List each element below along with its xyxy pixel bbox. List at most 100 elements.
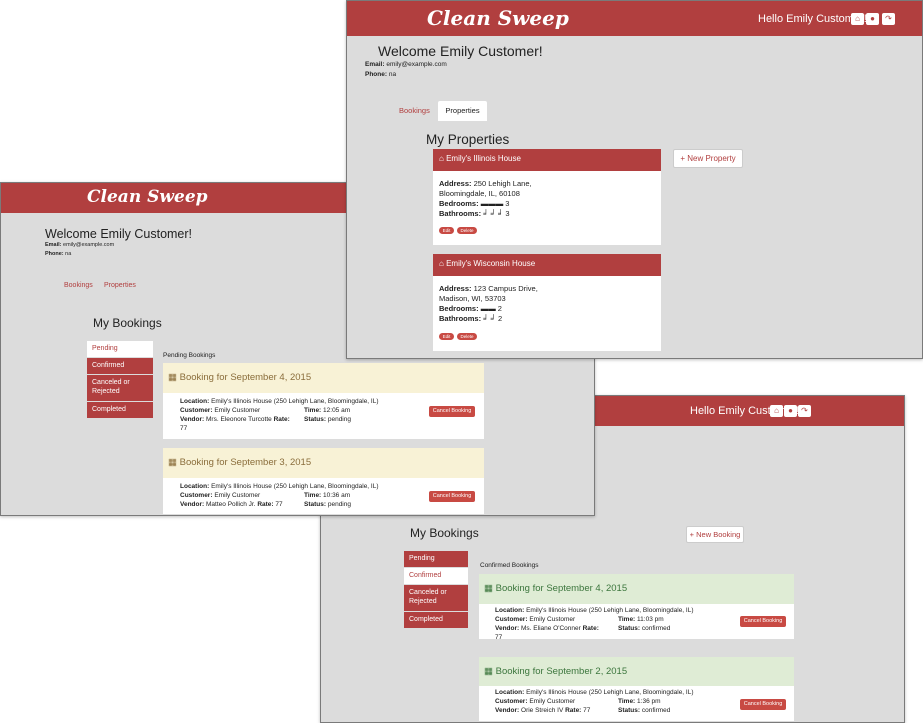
- booking-location: Location: Emily's Illinois House (250 Le…: [180, 483, 379, 490]
- calendar-icon: ▦: [484, 666, 496, 677]
- tab-canceled-line2: Rejected: [409, 598, 437, 605]
- section-label: Confirmed Bookings: [480, 562, 539, 569]
- booking-customer: Customer: Emily Customer: [180, 492, 261, 499]
- property-card-header: ⌂ Emily's Wisconsin House: [433, 254, 661, 276]
- tab-bookings[interactable]: Bookings: [399, 106, 430, 115]
- booking-title: ▦ Booking for September 4, 2015: [484, 583, 628, 594]
- booking-status: Status: pending: [304, 416, 351, 423]
- tab-canceled-rejected[interactable]: Canceled or Rejected: [404, 585, 468, 611]
- tab-completed[interactable]: Completed: [404, 612, 468, 628]
- user-phone: Phone: na: [45, 251, 72, 257]
- cancel-booking-button[interactable]: Cancel Booking: [740, 616, 786, 627]
- property-address: Address: 123 Campus Drive,: [439, 284, 538, 293]
- properties-window: Clean Sweep Hello Emily Customer! ⌂ ● ↷ …: [346, 0, 923, 359]
- tab-confirmed[interactable]: Confirmed: [404, 568, 468, 584]
- delete-button[interactable]: Delete: [457, 227, 477, 234]
- booking-status: Status: pending: [304, 501, 351, 508]
- booking-location: Location: Emily's Illinois House (250 Le…: [180, 398, 379, 405]
- booking-card-header: ▦ Booking for September 2, 2015: [479, 657, 794, 686]
- new-property-label: New Property: [687, 154, 736, 163]
- property-title: ⌂ Emily's Wisconsin House: [439, 259, 536, 268]
- booking-time: Time: 11:03 pm: [618, 616, 664, 623]
- booking-card: ▦ Booking for September 4, 2015 Location…: [479, 574, 794, 641]
- home-icon[interactable]: ⌂: [851, 13, 864, 25]
- home-icon: ⌂: [439, 154, 447, 163]
- sign-out-icon[interactable]: ↷: [798, 405, 811, 417]
- booking-title: ▦ Booking for September 2, 2015: [484, 666, 628, 677]
- navbar: Clean Sweep Hello Emily Customer! ⌂ ● ↷: [347, 1, 922, 36]
- sign-out-icon[interactable]: ↷: [882, 13, 895, 25]
- bath-icon: ╛ ╛ ╛: [483, 209, 504, 218]
- tab-pending[interactable]: Pending: [404, 551, 468, 567]
- booking-vendor: Vendor: Matteo Pollich Jr. Rate: 77: [180, 501, 283, 508]
- cancel-booking-button[interactable]: Cancel Booking: [429, 491, 475, 502]
- booking-time: Time: 12:05 am: [304, 407, 351, 414]
- tab-confirmed[interactable]: Confirmed: [87, 358, 153, 374]
- booking-card-header: ▦ Booking for September 3, 2015: [163, 448, 484, 478]
- booking-card: ▦ Booking for September 3, 2015 Location…: [163, 448, 484, 514]
- booking-card: ▦ Booking for September 4, 2015 Location…: [163, 363, 484, 439]
- property-bedrooms: Bedrooms: ▬▬▬ 3: [439, 199, 510, 208]
- section-label: Pending Bookings: [163, 352, 216, 359]
- welcome-heading: Welcome Emily Customer!: [45, 227, 193, 241]
- property-bathrooms: Bathrooms: ╛ ╛ ╛ 3: [439, 209, 510, 218]
- tab-properties[interactable]: Properties: [438, 101, 487, 121]
- delete-button[interactable]: Delete: [457, 333, 477, 340]
- tab-canceled-line1: Canceled or: [92, 379, 130, 386]
- property-card-header: ⌂ Emily's Illinois House: [433, 149, 661, 171]
- bed-icon: ▬▬▬: [480, 199, 504, 208]
- booking-vendor: Vendor: Mrs. Eleonore Turcotte Rate:: [180, 416, 290, 423]
- user-email: Email: emily@example.com: [365, 61, 447, 68]
- property-address: Address: 250 Lehigh Lane,: [439, 179, 532, 188]
- booking-vendor: Vendor: Orie Streich IV Rate: 77: [495, 707, 591, 714]
- property-address-line2: Bloomingdale, IL, 60108: [439, 189, 520, 198]
- booking-card-header: ▦ Booking for September 4, 2015: [479, 574, 794, 604]
- brand-logo[interactable]: Clean Sweep: [427, 6, 569, 30]
- booking-card-header: ▦ Booking for September 4, 2015: [163, 363, 484, 393]
- booking-time: Time: 10:36 am: [304, 492, 351, 499]
- booking-customer: Customer: Emily Customer: [495, 616, 576, 623]
- booking-customer: Customer: Emily Customer: [180, 407, 261, 414]
- calendar-icon: ▦: [168, 457, 180, 468]
- booking-title: ▦ Booking for September 3, 2015: [168, 457, 312, 468]
- booking-location: Location: Emily's Illinois House (250 Le…: [495, 607, 694, 614]
- cancel-booking-button[interactable]: Cancel Booking: [429, 406, 475, 417]
- user-icon[interactable]: ●: [784, 405, 797, 417]
- property-address-line2: Madison, WI, 53703: [439, 294, 506, 303]
- home-icon[interactable]: ⌂: [770, 405, 783, 417]
- page-title: My Bookings: [410, 526, 479, 540]
- property-card: ⌂ Emily's Illinois House Address: 250 Le…: [433, 149, 661, 245]
- booking-vendor: Vendor: Ms. Eliane O'Conner Rate:: [495, 625, 599, 632]
- calendar-icon: ▦: [168, 372, 180, 383]
- brand-logo[interactable]: Clean Sweep: [87, 187, 208, 207]
- user-email: Email: emily@example.com: [45, 242, 115, 248]
- booking-status: Status: confirmed: [618, 707, 671, 714]
- booking-customer: Customer: Emily Customer: [495, 698, 576, 705]
- edit-button[interactable]: Edit: [439, 227, 454, 234]
- cancel-booking-button[interactable]: Cancel Booking: [740, 699, 786, 710]
- booking-status: Status: confirmed: [618, 625, 671, 632]
- booking-title: ▦ Booking for September 4, 2015: [168, 372, 312, 383]
- booking-location: Location: Emily's Illinois House (250 Le…: [495, 689, 694, 696]
- property-bathrooms: Bathrooms: ╛ ╛ 2: [439, 314, 503, 323]
- page-title: My Bookings: [93, 316, 162, 330]
- new-booking-label: New Booking: [696, 530, 741, 539]
- bath-icon: ╛ ╛: [483, 314, 496, 323]
- tab-canceled-line2: Rejected: [92, 388, 120, 395]
- tab-canceled-rejected[interactable]: Canceled or Rejected: [87, 375, 153, 401]
- tab-pending[interactable]: Pending: [87, 341, 153, 357]
- bed-icon: ▬▬: [480, 304, 496, 313]
- new-property-button[interactable]: + New Property: [673, 149, 743, 168]
- tab-completed[interactable]: Completed: [87, 402, 153, 418]
- tab-properties[interactable]: Properties: [104, 282, 136, 289]
- edit-button[interactable]: Edit: [439, 333, 454, 340]
- property-bedrooms: Bedrooms: ▬▬ 2: [439, 304, 502, 313]
- property-title: ⌂ Emily's Illinois House: [439, 154, 521, 163]
- user-icon[interactable]: ●: [866, 13, 879, 25]
- new-booking-button[interactable]: + New Booking: [686, 526, 744, 543]
- booking-card: ▦ Booking for September 2, 2015 Location…: [479, 657, 794, 721]
- tab-bookings[interactable]: Bookings: [64, 282, 93, 289]
- booking-time: Time: 1:36 pm: [618, 698, 661, 705]
- user-phone: Phone: na: [365, 71, 397, 78]
- property-card: ⌂ Emily's Wisconsin House Address: 123 C…: [433, 254, 661, 351]
